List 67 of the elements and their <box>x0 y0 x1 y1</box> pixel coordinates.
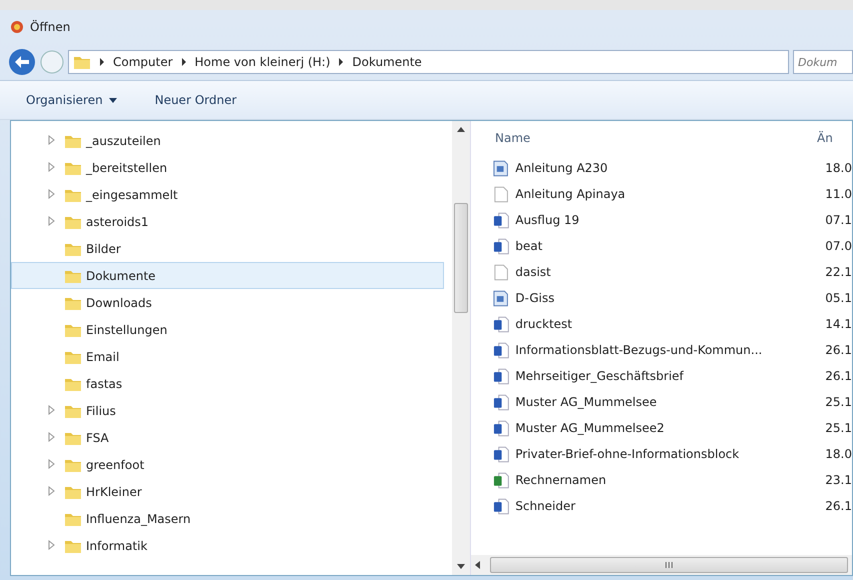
app-icon <box>10 20 24 34</box>
column-header[interactable]: Än <box>817 129 833 147</box>
tree-item[interactable]: Einstellungen <box>11 316 444 343</box>
tree-item[interactable]: _bereitstellen <box>11 154 444 181</box>
chevron-icon <box>338 57 344 67</box>
back-icon[interactable] <box>8 48 36 76</box>
file-name[interactable]: Anleitung Apinaya <box>515 185 826 203</box>
breadcrumb[interactable]: Dokumente <box>352 53 422 71</box>
date-cell-text: 25.1 <box>825 420 852 437</box>
grip-icon <box>665 561 673 569</box>
scrollbar-thumb[interactable] <box>454 203 468 313</box>
file-name[interactable]: Anleitung A230 <box>515 159 826 177</box>
tree-item[interactable]: Email <box>11 343 444 370</box>
address-bar[interactable]: Computer Home von kleinerj (H:) Dokumente <box>68 50 789 74</box>
window-title: Öffnen <box>30 19 70 36</box>
forward-icon[interactable] <box>40 50 64 74</box>
tree-item[interactable]: Bilder <box>11 235 444 262</box>
scrollbar[interactable] <box>452 121 470 575</box>
tree-item[interactable]: Filius <box>11 397 444 424</box>
date-cell-text: 26.1 <box>825 342 852 359</box>
tree-item[interactable]: asteroids1 <box>11 208 444 235</box>
chevron-icon <box>99 57 105 67</box>
file-name[interactable]: Informationsblatt-Bezugs-und-Kommun... <box>515 341 826 359</box>
tree-item[interactable]: Downloads <box>11 289 444 316</box>
scroll-up-icon <box>457 127 465 132</box>
scroll-down-icon <box>457 564 465 569</box>
tree-item[interactable]: fastas <box>11 370 444 397</box>
toolbar-button[interactable]: Organisieren <box>22 89 121 111</box>
column-header[interactable]: Name <box>495 129 817 147</box>
chevron-icon <box>180 57 187 67</box>
date-cell-text: 11.0 <box>825 186 852 203</box>
scrollbar-thumb[interactable] <box>490 557 848 573</box>
tree-item[interactable]: HrKleiner <box>11 478 444 505</box>
file-name[interactable]: Rechnernamen <box>515 471 826 489</box>
date-cell-text: 25.1 <box>825 394 852 411</box>
date-cell-text: 14.1 <box>825 316 852 333</box>
tree-item[interactable]: _eingesammelt <box>11 181 444 208</box>
date-cell-text: 18.0 <box>825 446 852 463</box>
tree-item[interactable]: Dokumente <box>11 262 444 289</box>
date-cell-text: 05.1 <box>825 290 852 307</box>
date-cell-text: 23.1 <box>825 472 852 489</box>
file-name[interactable]: D-Giss <box>515 289 826 307</box>
file-name[interactable]: Mehrseitiger_Geschäftsbrief <box>515 367 826 385</box>
search-field[interactable]: Dokum <box>793 50 853 74</box>
tree-item[interactable]: FSA <box>11 424 444 451</box>
toolbar-button[interactable]: Neuer Ordner <box>150 89 241 111</box>
file-name[interactable]: Muster AG_Mummelsee <box>515 393 826 411</box>
scroll-left-icon <box>475 561 480 569</box>
date-cell-text: 18.0 <box>825 160 852 177</box>
date-cell-text: 26.1 <box>825 498 852 515</box>
file-name[interactable]: Privater-Brief-ohne-Informationsblock <box>515 445 826 463</box>
date-cell-text: 07.1 <box>825 212 852 229</box>
tree-item[interactable]: _auszuteilen <box>11 127 444 154</box>
breadcrumb[interactable]: Home von kleinerj (H:) <box>194 53 330 71</box>
tree-item[interactable]: Influenza_Masern <box>11 505 444 532</box>
date-cell-text: 22.1 <box>825 264 852 281</box>
date-cell-text: 07.0 <box>825 238 852 255</box>
file-name[interactable]: beat <box>515 237 826 255</box>
tree-item[interactable]: greenfoot <box>11 451 444 478</box>
file-name[interactable]: Schneider <box>515 497 826 515</box>
date-cell-text: 26.1 <box>825 368 852 385</box>
file-name[interactable]: dasist <box>515 263 826 281</box>
file-name[interactable]: drucktest <box>515 315 826 333</box>
tree-item[interactable]: Informatik <box>11 532 444 559</box>
breadcrumb[interactable]: Computer <box>113 53 173 71</box>
file-name[interactable]: Muster AG_Mummelsee2 <box>515 419 826 437</box>
file-name[interactable]: Ausflug 19 <box>515 211 826 229</box>
